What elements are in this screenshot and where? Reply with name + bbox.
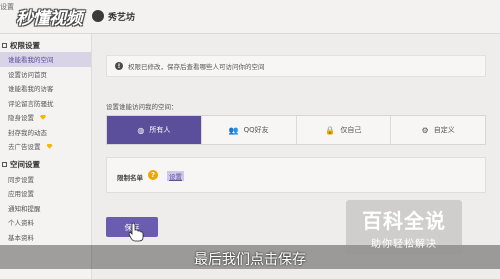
sidebar-item-visitors[interactable]: 谁能看我的访客 (0, 81, 91, 96)
sidebar-item-archive[interactable]: 封存我的动态 (0, 125, 91, 140)
video-logo: 秒懂视频 (16, 9, 83, 29)
option-qq-friends[interactable]: 👥 QQ好友 (202, 116, 297, 144)
access-question: 设置谁能访问我的空间： (106, 103, 178, 111)
sidebar: 权限设置 谁能看我的空间 设置访问首页 谁能看我的访客 评论留言防骚扰 隐身设置… (0, 34, 92, 279)
info-icon: ! (115, 62, 123, 70)
globe-icon: ◍ (137, 125, 145, 135)
gear-icon: ⚙ (421, 125, 429, 135)
section-icon (2, 162, 7, 167)
top-tab-label: 设置 (0, 3, 14, 11)
diamond-icon (40, 114, 46, 120)
sidebar-item-basic-info[interactable]: 基本资料 (0, 230, 91, 245)
friends-icon: 👥 (228, 125, 239, 135)
sidebar-item-who-can-view[interactable]: 谁能看我的空间 (0, 52, 91, 67)
brand-seal-icon (92, 10, 104, 22)
sidebar-item-remove-ads[interactable]: 去广告设置 (0, 139, 91, 154)
sidebar-item-invisible[interactable]: 隐身设置 (0, 110, 91, 125)
top-bar: 设置 秒懂视频 秀艺坊 (0, 0, 500, 34)
diamond-icon (46, 143, 53, 149)
sidebar-item-access-home[interactable]: 设置访问首页 (0, 67, 91, 82)
brand-name: 秀艺坊 (108, 13, 136, 23)
restrict-list-box: 限制名单 ? 设置 (106, 157, 486, 193)
notice-bar: ! 权限已修改，保存后查看哪些人可访问你的空间 (106, 55, 486, 77)
sidebar-section-title: 权限设置 (0, 38, 91, 52)
watermark: 百科全说 助你轻松解决 (346, 200, 462, 255)
option-only-me[interactable]: 🔒 仅自己 (297, 116, 392, 144)
hand-cursor-icon (128, 222, 144, 242)
section-icon (2, 42, 7, 48)
access-options: ◍ 所有人 👥 QQ好友 🔒 仅自己 ⚙ 自定义 (106, 115, 486, 145)
watermark-title: 百科全说 (362, 209, 446, 233)
restrict-list-set-link[interactable]: 设置 (167, 171, 184, 181)
sidebar-item-sync[interactable]: 同步设置 (0, 172, 91, 187)
option-everyone[interactable]: ◍ 所有人 (107, 116, 202, 144)
watermark-subtitle: 助你轻松解决 (371, 239, 437, 250)
notice-text: 权限已修改，保存后查看哪些人可访问你的空间 (128, 63, 265, 71)
sidebar-item-notify[interactable]: 通知和提醒 (0, 201, 91, 216)
sidebar-item-apps[interactable]: 应用设置 (0, 186, 91, 201)
sidebar-item-anti-harass[interactable]: 评论留言防骚扰 (0, 96, 91, 111)
sidebar-section-title: 空间设置 (0, 158, 91, 172)
option-custom[interactable]: ⚙ 自定义 (391, 116, 485, 144)
lock-icon: 🔒 (325, 125, 336, 135)
sidebar-item-profile[interactable]: 个人资料 (0, 215, 91, 230)
help-icon[interactable]: ? (148, 170, 158, 180)
restrict-list-label: 限制名单 (117, 174, 143, 182)
